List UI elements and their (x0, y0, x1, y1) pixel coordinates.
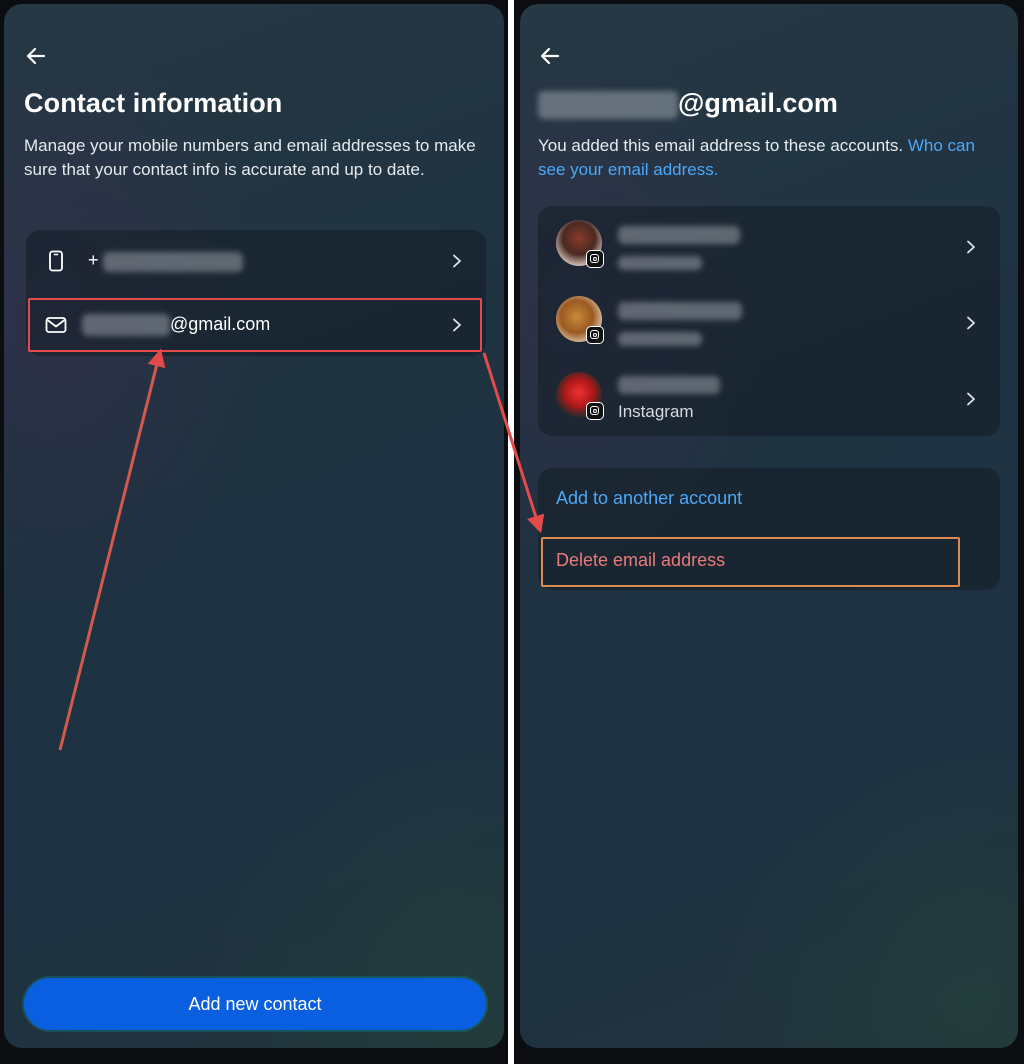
contact-information-screen: Contact information Manage your mobile n… (4, 4, 504, 1048)
phone-number: + (88, 250, 243, 272)
email-detail-screen: @gmail.com You added this email address … (520, 4, 1018, 1048)
account-row-2[interactable] (538, 286, 1000, 356)
chevron-right-icon (967, 240, 975, 254)
accounts-card: Instagram (538, 206, 1000, 436)
chevron-right-icon (967, 392, 975, 406)
email-domain: @gmail.com (678, 88, 838, 118)
instagram-icon (586, 326, 604, 344)
arrow-left-icon (26, 47, 46, 65)
description-text: You added this email address to these ac… (538, 136, 904, 155)
chevron-right-icon (453, 254, 461, 268)
arrow-left-icon (540, 47, 560, 65)
redacted-username (618, 302, 742, 320)
account-platform: Instagram (618, 402, 694, 421)
add-new-contact-button[interactable]: Add new contact (24, 978, 486, 1030)
redacted-phone (102, 251, 243, 272)
redacted-username (618, 376, 720, 394)
email-title: @gmail.com (538, 88, 838, 119)
phone-prefix: + (88, 250, 99, 271)
add-to-another-account-button[interactable]: Add to another account (556, 488, 742, 509)
back-button[interactable] (538, 44, 562, 68)
account-row-1[interactable] (538, 210, 1000, 280)
phone-contact-row[interactable]: + (26, 230, 486, 292)
back-button[interactable] (24, 44, 48, 68)
phone-icon (49, 250, 63, 272)
screenshot-divider (508, 0, 514, 1064)
chevron-right-icon (967, 316, 975, 330)
instagram-icon (586, 402, 604, 420)
page-description: Manage your mobile numbers and email add… (24, 136, 476, 179)
highlight-delete-email (541, 537, 960, 587)
email-description: You added this email address to these ac… (538, 134, 998, 181)
page-title: Contact information (24, 88, 283, 118)
redacted-username (618, 226, 740, 244)
account-row-3[interactable]: Instagram (538, 362, 1000, 432)
instagram-icon (586, 250, 604, 268)
redacted-email-user (538, 90, 678, 119)
highlight-email-row (28, 298, 482, 352)
account-platform (618, 328, 702, 348)
account-platform (618, 252, 702, 272)
